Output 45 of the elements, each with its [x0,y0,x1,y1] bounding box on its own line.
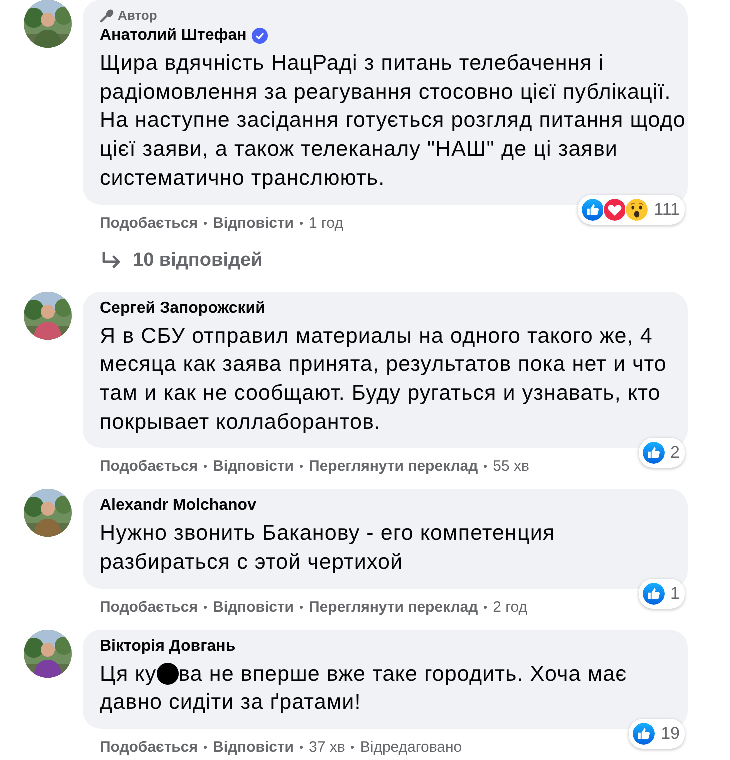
comment-time[interactable]: 55 хв [493,458,530,476]
separator-dot [300,222,304,225]
reaction-summary[interactable]: 1 [638,578,685,609]
comment-text: Я в СБУ отправил материалы на одного такого же, 4 месяца как заява принята, результатов пока нет и что там и как не сообщают. Буду ругаться и узнавать, кто покрывает коллаборантов. [100,324,667,434]
comment-text: Ця ку [100,660,157,688]
action-link[interactable]: Подобається [100,458,198,476]
reply-arrow-icon [101,252,123,270]
comment-text: ва не вперше вже таке городить. Хоча має [178,660,628,688]
separator-dot [300,746,304,750]
action-link[interactable]: Відповісти [212,598,294,616]
comment-text: Нужно звонить Баканову - его компетенция разбираться с этой чертихой [100,521,556,574]
reaction-summary[interactable]: 19 [629,719,685,750]
action-link[interactable]: Відповісти [212,739,294,756]
separator-dot [204,465,207,468]
author-label: Автор [118,8,158,23]
separator-dot [484,606,488,609]
replies-link[interactable]: 10 відповідей [101,250,730,272]
action-link[interactable]: Відповісти [212,458,294,476]
author-name[interactable]: Вікторія Довгань [100,638,236,656]
comment-text: Щира вдячність НацРаді з питань телебачення і радіомовлення за реагування стосовно цієї публікації. На наступне засідання готується розгляд питання щодо цієї заяви, а також телеканалу "НАШ" де ці заяви систематично транслюють. [100,51,686,190]
action-link[interactable]: Подобається [100,598,198,616]
author-name[interactable]: Alexandr Molchanov [100,497,256,516]
separator-dot [204,746,207,750]
separator-dot [351,746,354,750]
separator-dot [300,465,304,468]
microphone-icon [100,8,114,22]
action-link[interactable]: Подобається [100,214,198,232]
edited-label: Відредаговано [360,739,462,756]
comment-time[interactable]: 2 год [493,598,528,616]
action-link[interactable]: Подобається [100,739,198,756]
separator-dot [484,465,488,468]
reaction-summary[interactable]: 2 [638,438,685,468]
separator-dot [204,222,207,225]
comment-time[interactable]: 37 хв [309,739,346,756]
action-link[interactable]: Переглянути переклад [309,458,478,476]
replies-count: 10 відповідей [133,250,263,272]
reaction-summary[interactable]: 111 [578,194,685,225]
comment-text: давно сидіти за ґратами! [100,689,362,716]
action-link[interactable]: Переглянути переклад [309,598,478,616]
comment-time[interactable]: 1 год [309,214,344,232]
action-link[interactable]: Відповісти [212,214,294,232]
separator-dot [204,606,207,609]
separator-dot [300,606,304,609]
author-name[interactable]: Анатолий Штефан [100,27,247,45]
author-name[interactable]: Сергей Запорожский [100,300,266,318]
